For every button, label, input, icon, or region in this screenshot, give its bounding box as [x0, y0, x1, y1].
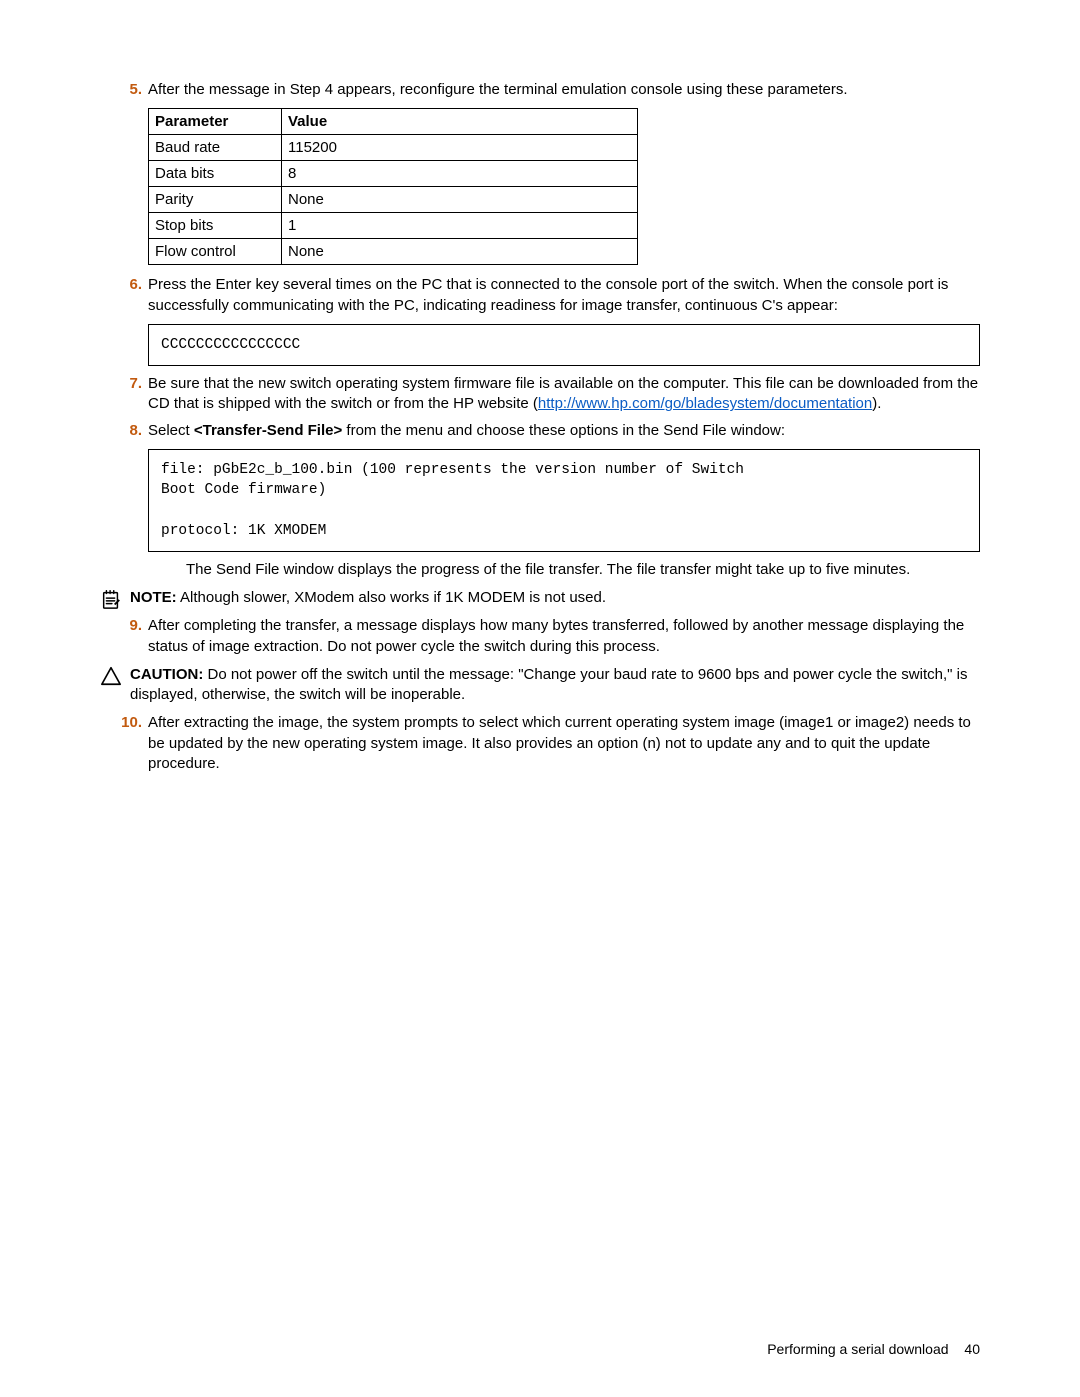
caution-label: CAUTION: [130, 666, 203, 683]
caution-text: Do not power off the switch until the me… [130, 666, 967, 703]
step-5: 5. After the message in Step 4 appears, … [148, 80, 980, 100]
note-text: Although slower, XModem also works if 1K… [177, 589, 606, 606]
step-text: After extracting the image, the system p… [148, 714, 971, 772]
step-8: 8. Select <Transfer-Send File> from the … [148, 421, 980, 441]
page-number: 40 [964, 1341, 980, 1357]
step-number: 9. [118, 616, 142, 636]
step-10: 10. After extracting the image, the syst… [148, 713, 980, 774]
code-sendfile-options: file: pGbE2c_b_100.bin (100 represents t… [148, 449, 980, 552]
step-bold: <Transfer-Send File> [194, 422, 342, 439]
step-7: 7. Be sure that the new switch operating… [148, 374, 980, 415]
note-icon [100, 588, 122, 610]
parameter-table: Parameter Value Baud rate115200 Data bit… [148, 108, 638, 265]
step-text-after: from the menu and choose these options i… [342, 422, 785, 439]
table-row: Flow controlNone [149, 239, 638, 265]
table-row: Baud rate115200 [149, 135, 638, 161]
code-output-cs: CCCCCCCCCCCCCCCC [148, 324, 980, 366]
footer-text: Performing a serial download [767, 1341, 948, 1357]
table-row: Data bits8 [149, 161, 638, 187]
step-number: 10. [118, 713, 142, 733]
page-footer: Performing a serial download 40 [767, 1341, 980, 1357]
step-8-followup: The Send File window displays the progre… [186, 560, 980, 580]
table-row: ParityNone [149, 187, 638, 213]
table-row: Stop bits1 [149, 213, 638, 239]
table-header-value: Value [282, 109, 638, 135]
step-number: 5. [118, 80, 142, 100]
step-text: Press the Enter key several times on the… [148, 276, 948, 313]
step-number: 8. [118, 421, 142, 441]
note-label: NOTE: [130, 589, 177, 606]
caution-callout: CAUTION: Do not power off the switch unt… [100, 665, 980, 706]
note-callout: NOTE: Although slower, XModem also works… [100, 588, 980, 608]
step-text: After completing the transfer, a message… [148, 617, 964, 654]
step-number: 6. [118, 275, 142, 295]
caution-icon [100, 665, 122, 687]
step-9: 9. After completing the transfer, a mess… [148, 616, 980, 657]
table-header-param: Parameter [149, 109, 282, 135]
hp-documentation-link[interactable]: http://www.hp.com/go/bladesystem/documen… [538, 395, 872, 412]
step-text: After the message in Step 4 appears, rec… [148, 81, 848, 98]
step-text-after: ). [872, 395, 881, 412]
step-number: 7. [118, 374, 142, 394]
step-6: 6. Press the Enter key several times on … [148, 275, 980, 316]
step-text-before: Select [148, 422, 194, 439]
